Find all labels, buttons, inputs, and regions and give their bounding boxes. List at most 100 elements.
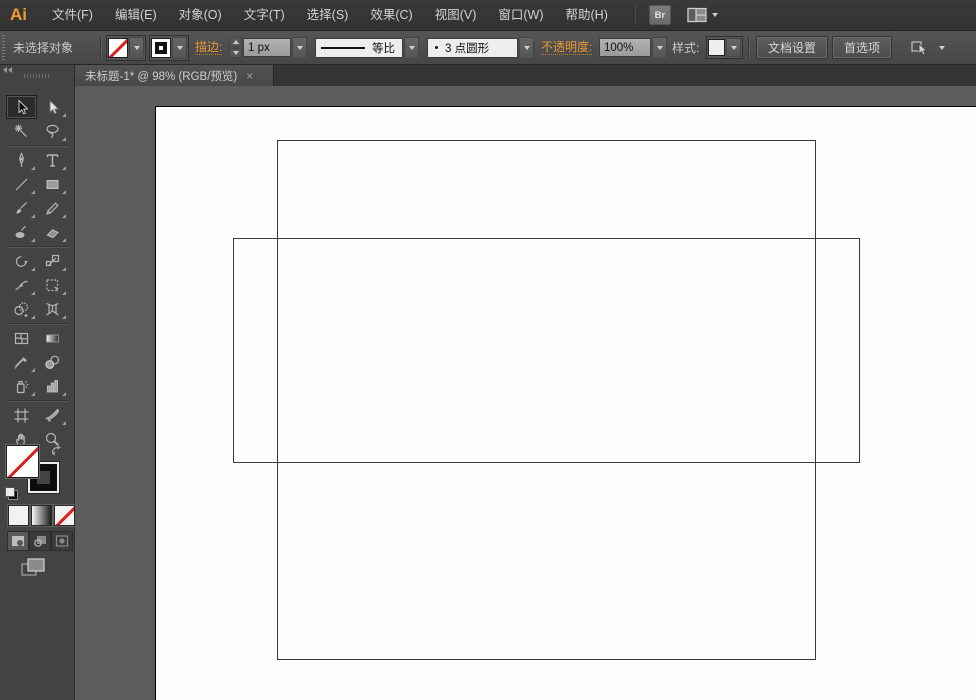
menu-select[interactable]: 选择(S): [296, 0, 360, 31]
tool-blend[interactable]: [37, 350, 68, 374]
artwork-rectangle-wide[interactable]: [233, 238, 860, 463]
tool-pen[interactable]: [6, 148, 37, 172]
brush-dropdown-button[interactable]: [519, 36, 534, 59]
paintbrush-icon: [16, 201, 27, 214]
stroke-width-dropdown-button[interactable]: [292, 36, 307, 59]
menu-object[interactable]: 对象(O): [168, 0, 233, 31]
workspace-switcher[interactable]: [687, 7, 718, 23]
tool-scale[interactable]: [37, 249, 68, 273]
menu-edit[interactable]: 编辑(E): [104, 0, 168, 31]
brush-preview-dot-icon: [435, 46, 438, 49]
tool-blob-brush[interactable]: [6, 220, 37, 244]
tool-gradient[interactable]: [37, 326, 68, 350]
stroke-profile-line-icon: [321, 46, 365, 49]
illustrator-window: Ai 文件(F) 编辑(E) 对象(O) 文字(T) 选择(S) 效果(C) 视…: [0, 0, 976, 700]
draw-inside-icon: [55, 535, 69, 547]
line-segment-icon: [15, 178, 28, 190]
tool-symbol-sprayer[interactable]: [6, 374, 37, 398]
tools-panel: [0, 65, 76, 700]
tool-perspective-grid[interactable]: [37, 297, 68, 321]
tool-magic-wand[interactable]: [6, 119, 37, 143]
tool-type[interactable]: [37, 148, 68, 172]
bridge-button[interactable]: Br: [648, 5, 671, 25]
mesh-icon: [14, 332, 29, 344]
tab-close-button[interactable]: ×: [246, 70, 253, 82]
swap-fill-stroke-button[interactable]: [49, 444, 65, 462]
draw-normal-button[interactable]: [7, 531, 29, 551]
tool-eraser[interactable]: [37, 220, 68, 244]
tool-free-transform[interactable]: [37, 273, 68, 297]
width-profile-select[interactable]: 等比: [315, 37, 403, 58]
tool-mesh[interactable]: [6, 326, 37, 350]
shape-builder-icon: [14, 301, 29, 317]
document-tab[interactable]: 未标题-1* @ 98% (RGB/预览) ×: [75, 65, 274, 86]
brush-definition-value: 3 点圆形: [445, 42, 490, 55]
opacity-input[interactable]: 100%: [599, 38, 651, 57]
tool-line-segment[interactable]: [6, 172, 37, 196]
chevron-down-icon: [133, 45, 140, 50]
draw-behind-button[interactable]: [29, 531, 51, 551]
menu-view[interactable]: 视图(V): [424, 0, 488, 31]
tool-rectangle[interactable]: [37, 172, 68, 196]
menu-type[interactable]: 文字(T): [233, 0, 296, 31]
triangle-up-icon: [232, 40, 239, 44]
gradient-button[interactable]: [30, 504, 53, 527]
stroke-black-icon: [151, 37, 171, 58]
collapse-panel-button[interactable]: [3, 67, 12, 73]
tool-rotate[interactable]: [6, 249, 37, 273]
chevron-down-icon: [296, 45, 303, 50]
style-well[interactable]: [706, 36, 743, 59]
menu-help[interactable]: 帮助(H): [555, 0, 619, 31]
opacity-panel-link[interactable]: 不透明度:: [541, 40, 593, 55]
stroke-dropdown-button[interactable]: [172, 36, 187, 59]
scale-icon: [45, 254, 60, 266]
triangle-down-icon: [232, 51, 239, 55]
brush-definition-select[interactable]: 3 点圆形: [427, 37, 518, 58]
menu-file[interactable]: 文件(F): [41, 0, 104, 31]
draw-inside-button[interactable]: [51, 531, 73, 551]
document-setup-button[interactable]: 文档设置: [755, 36, 829, 59]
stroke-panel-link[interactable]: 描边:: [195, 40, 223, 55]
controlbar-separator: [748, 36, 750, 59]
controlbar-grip[interactable]: [2, 35, 5, 60]
color-button[interactable]: [7, 504, 30, 527]
opacity-dropdown-button[interactable]: [652, 36, 667, 59]
fill-color-well[interactable]: [106, 34, 146, 61]
menu-effect[interactable]: 效果(C): [359, 0, 423, 31]
tool-direct-selection[interactable]: [37, 95, 68, 119]
rotate-icon: [15, 255, 28, 267]
fill-stroke-indicator: [0, 443, 75, 505]
tool-artboard[interactable]: [6, 403, 37, 427]
tool-pencil[interactable]: [37, 196, 68, 220]
stroke-width-input[interactable]: 1 px: [243, 38, 291, 57]
tool-lasso[interactable]: [37, 119, 68, 143]
tool-eyedropper[interactable]: [6, 350, 37, 374]
fill-dropdown-button[interactable]: [129, 36, 144, 59]
stepper-down-button[interactable]: [229, 48, 242, 58]
style-dropdown-button[interactable]: [726, 38, 741, 57]
stroke-width-stepper[interactable]: [229, 37, 242, 58]
stroke-color-well[interactable]: [149, 34, 189, 61]
tool-paintbrush[interactable]: [6, 196, 37, 220]
tool-width[interactable]: [6, 273, 37, 297]
width-profile-dropdown-button[interactable]: [404, 36, 419, 59]
width-profile-value: 等比: [372, 42, 395, 55]
none-button[interactable]: [53, 504, 76, 527]
select-similar-dropdown-icon[interactable]: [939, 45, 945, 50]
menu-window[interactable]: 窗口(W): [487, 0, 554, 31]
rectangle-icon: [46, 179, 59, 189]
menu-bar: Ai 文件(F) 编辑(E) 对象(O) 文字(T) 选择(S) 效果(C) 视…: [0, 0, 976, 31]
tool-shape-builder[interactable]: [6, 297, 37, 321]
tool-column-graph[interactable]: [37, 374, 68, 398]
screen-mode-button[interactable]: [20, 557, 46, 582]
drawing-mode-buttons: [7, 531, 73, 551]
default-fill-stroke-button[interactable]: [5, 487, 18, 500]
stepper-up-button[interactable]: [229, 37, 242, 47]
tool-selection[interactable]: [6, 95, 37, 119]
select-similar-icon[interactable]: [910, 39, 932, 57]
tool-slice[interactable]: [37, 403, 68, 427]
fill-indicator[interactable]: [5, 444, 40, 479]
type-icon: [46, 153, 59, 167]
preferences-button[interactable]: 首选项: [831, 36, 893, 59]
tools-panel-grip[interactable]: [24, 74, 50, 78]
